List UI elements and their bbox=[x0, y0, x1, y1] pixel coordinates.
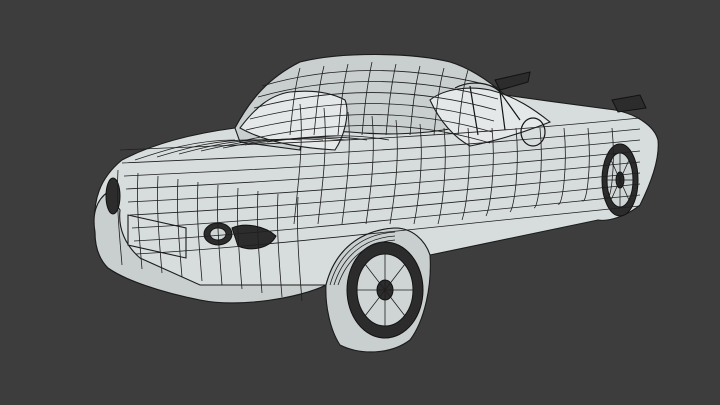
front-wheel bbox=[601, 143, 639, 217]
3d-viewport[interactable] bbox=[0, 0, 720, 405]
rear-spoiler bbox=[494, 71, 531, 91]
rear-wheel bbox=[346, 241, 424, 339]
front-mirror bbox=[611, 94, 647, 113]
car-wireframe-model[interactable] bbox=[0, 0, 720, 405]
